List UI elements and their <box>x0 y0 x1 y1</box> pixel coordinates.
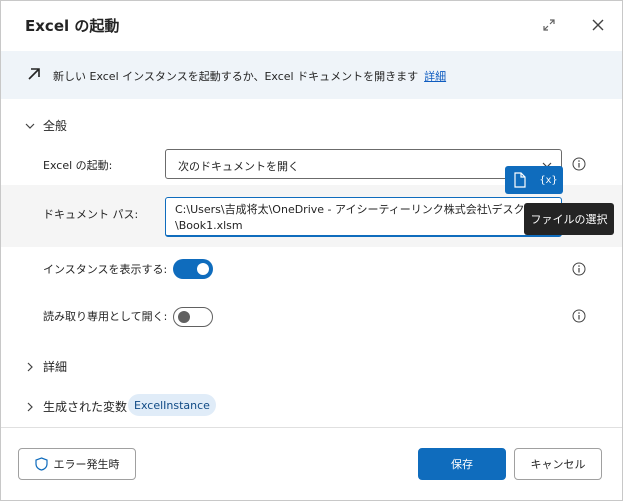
insert-variable-button[interactable]: {x} <box>534 166 563 194</box>
footer-divider <box>1 427 622 428</box>
launch-label: Excel の起動: <box>43 159 113 172</box>
readonly-label: 読み取り専用として開く: <box>43 310 168 323</box>
shield-icon <box>34 457 48 471</box>
launch-mode-value: 次のドキュメントを開く <box>178 160 299 173</box>
document-path-value: C:\Users\吉成将太\OneDrive - アイシーティーリンク株式会社\… <box>175 203 558 232</box>
expand-icon <box>543 19 555 31</box>
section-general[interactable]: 全般 <box>25 117 67 134</box>
document-path-input[interactable]: C:\Users\吉成将太\OneDrive - アイシーティーリンク株式会社\… <box>165 197 562 237</box>
section-advanced-label: 詳細 <box>43 360 68 374</box>
info-icon[interactable] <box>572 157 586 171</box>
section-general-label: 全般 <box>43 119 68 133</box>
save-label: 保存 <box>451 458 473 471</box>
on-error-button[interactable]: エラー発生時 <box>18 448 136 480</box>
on-error-label: エラー発生時 <box>53 458 120 471</box>
path-label: ドキュメント パス: <box>43 208 139 221</box>
launch-mode-select[interactable]: 次のドキュメントを開く <box>165 149 562 179</box>
section-advanced[interactable]: 詳細 <box>25 358 67 375</box>
variable-pill[interactable]: ExcelInstance <box>128 394 216 416</box>
tooltip: ファイルの選択 <box>524 203 614 235</box>
close-button[interactable] <box>588 15 608 35</box>
chevron-right-icon <box>27 362 33 371</box>
info-icon[interactable] <box>572 309 586 323</box>
dialog-header: Excel の起動 <box>1 1 622 51</box>
banner-text: 新しい Excel インスタンスを起動するか、Excel ドキュメントを開きます <box>53 70 419 83</box>
expand-button[interactable] <box>539 15 559 35</box>
cancel-button[interactable]: キャンセル <box>514 448 602 480</box>
show-instance-toggle[interactable] <box>173 259 213 279</box>
save-button[interactable]: 保存 <box>418 448 506 480</box>
learn-more-link[interactable]: 詳細 <box>424 70 446 83</box>
file-icon <box>513 172 526 188</box>
chevron-right-icon <box>27 402 33 411</box>
readonly-toggle[interactable] <box>173 307 213 327</box>
cancel-label: キャンセル <box>530 458 586 471</box>
path-action-buttons: {x} <box>505 166 563 194</box>
launch-excel-dialog: Excel の起動 新しい Excel インスタンスを起動するか、Excel ド… <box>0 0 623 501</box>
toggle-knob <box>197 263 209 275</box>
show-instance-label: インスタンスを表示する: <box>43 263 168 276</box>
banner-text-wrap: 新しい Excel インスタンスを起動するか、Excel ドキュメントを開きます… <box>53 68 446 84</box>
close-icon <box>592 19 604 31</box>
info-icon[interactable] <box>572 262 586 276</box>
select-file-button[interactable] <box>505 166 534 194</box>
section-variables-label: 生成された変数 <box>43 400 128 414</box>
info-banner: 新しい Excel インスタンスを起動するか、Excel ドキュメントを開きます… <box>1 51 622 99</box>
chevron-down-icon <box>25 123 35 129</box>
arrow-up-right-icon <box>28 68 40 80</box>
variable-icon: {x} <box>539 174 558 186</box>
toggle-knob <box>178 311 190 323</box>
dialog-title: Excel の起動 <box>25 17 120 35</box>
section-variables[interactable]: 生成された変数 <box>25 398 127 415</box>
